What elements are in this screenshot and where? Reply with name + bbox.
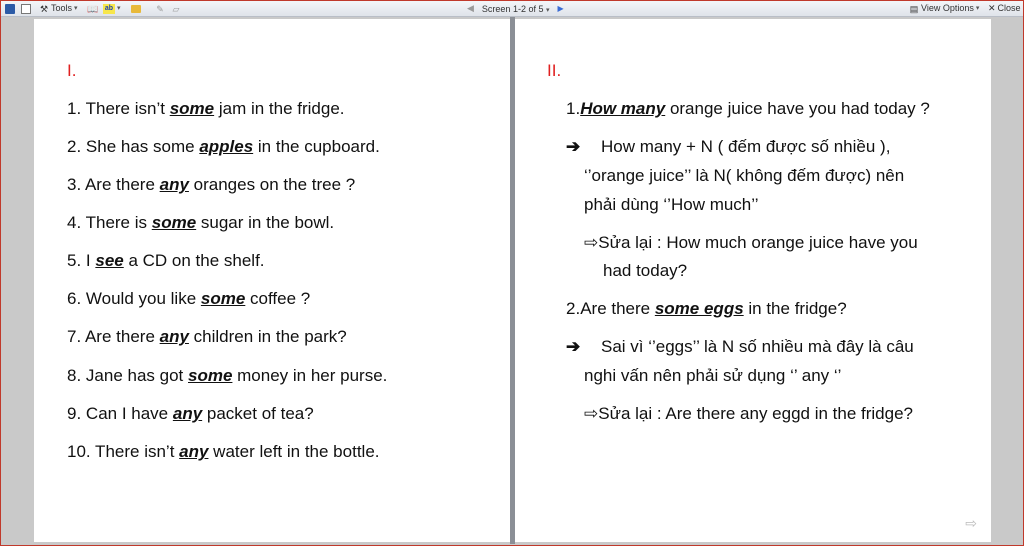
page-right: II. 1.How many orange juice have you had… [515,19,991,542]
section-heading-ii: II. [547,61,562,80]
explanation-2-line: nghi vấn nên phải sử dụng ‘’ any ‘’ [584,366,842,385]
chevron-down-icon: ▾ [117,5,121,12]
correction-1: ⇨Sửa lại : How much orange juice have yo… [584,233,918,252]
research-icon: 📖 [87,3,99,14]
close-label: Close [997,3,1021,13]
pen-button[interactable]: ✎ [155,3,165,14]
chevron-down-icon: ▾ [74,5,78,12]
highlight-button[interactable]: ab ▾ [103,3,121,14]
save-icon [5,3,15,14]
list-item: 4. There is some sugar in the bowl. [67,213,335,232]
explanation-2: ➔ Sai vì ‘’eggs’’ là N số nhiều mà đây l… [566,337,914,356]
chevron-down-icon: ▾ [545,6,550,14]
view-options-label: View Options [921,3,974,13]
arrow-right-icon: ➔ [566,337,581,356]
question-2: 2.Are there some eggs in the fridge? [566,299,847,318]
arrow-right-icon: ➔ [566,137,581,156]
list-item: 5. I see a CD on the shelf. [67,251,265,270]
question-1: 1.How many orange juice have you had tod… [566,99,930,118]
close-button[interactable]: ✕ Close [988,3,1021,14]
list-item: 8. Jane has got some money in her purse. [67,366,388,385]
eraser-icon: ▱ [172,3,180,14]
page-left: I. 1. There isn’t some jam in the fridge… [34,19,510,542]
tools-menu[interactable]: ⚒ Tools ▾ [39,3,78,14]
eraser-button[interactable]: ▱ [171,3,181,14]
previous-screen-button[interactable]: ◀ [467,3,474,14]
screen-indicator[interactable]: Screen 1-2 of 5 ▾ [482,4,550,14]
list-item: 9. Can I have any packet of tea? [67,404,314,423]
save-button[interactable] [5,3,15,14]
list-item: 1. There isn’t some jam in the fridge. [67,99,345,118]
folder-icon [131,4,141,13]
research-button[interactable]: 📖 [87,3,99,14]
view-options-icon: ▤ [909,3,919,14]
hollow-arrow-icon: ⇨ [584,404,599,423]
close-icon: ✕ [988,3,996,13]
print-icon [21,3,31,14]
view-options-menu[interactable]: ▤ View Options ▾ [909,3,980,14]
text-highlight-icon: ab [103,3,115,14]
next-screen-button[interactable]: ▶ [558,4,564,13]
pen-icon: ✎ [156,3,164,14]
tools-label: Tools [51,3,73,13]
comment-button[interactable] [131,3,141,14]
tools-icon: ⚒ [39,3,49,14]
reading-stage: I. 1. There isn’t some jam in the fridge… [1,17,1023,544]
correction-2: ⇨Sửa lại : Are there any eggd in the fri… [584,404,913,423]
screen-navigation: ◀ Screen 1-2 of 5 ▾ ▶ [467,3,564,14]
chevron-down-icon: ▾ [975,5,980,12]
print-button[interactable] [21,3,31,14]
correction-1-line: had today? [603,261,688,280]
reading-toolbar: ⚒ Tools ▾ 📖 ab ▾ ✎ ▱ ◀ Screen 1-2 of 5 ▾… [1,1,1023,17]
hollow-arrow-icon: ⇨ [584,233,599,252]
next-page-arrow-icon[interactable]: ⇨ [965,515,977,532]
list-item: 7. Are there any children in the park? [67,327,347,346]
list-item: 2. She has some apples in the cupboard. [67,137,380,156]
section-heading-i: I. [67,61,77,80]
screen-label: Screen 1-2 of 5 [481,3,544,14]
explanation-1: ➔ How many + N ( đếm được số nhiều ), [566,137,891,156]
list-item: 3. Are there any oranges on the tree ? [67,175,356,194]
list-item: 6. Would you like some coffee ? [67,289,311,308]
explanation-1-line: ‘’orange juice’’ là N( không đếm được) n… [584,166,905,185]
explanation-1-line: phải dùng ‘’How much’’ [584,195,759,214]
list-item: 10. There isn’t any water left in the bo… [67,442,380,461]
